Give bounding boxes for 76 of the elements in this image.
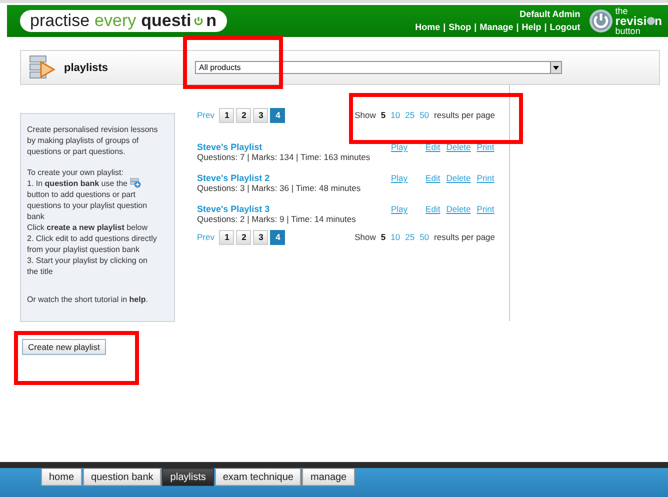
nav-tab[interactable]: playlists: [162, 468, 214, 486]
brand-text: revisi: [615, 16, 647, 26]
help-text: Create personalised revision lessons by making playlists of groups of questions or part questions.: [27, 124, 158, 157]
show-label: Show: [354, 110, 376, 120]
caret-icon: [553, 66, 559, 70]
page-size-link[interactable]: 10: [390, 232, 400, 242]
action-link[interactable]: Delete: [446, 204, 471, 224]
show-label: Show: [354, 232, 376, 242]
nav-tab[interactable]: question bank: [83, 468, 162, 486]
page-size-link[interactable]: 25: [405, 110, 415, 120]
logo-text: n: [206, 11, 217, 31]
nav-link[interactable]: Manage: [480, 21, 514, 34]
brand-text: button: [615, 26, 642, 36]
link-separator: |: [516, 21, 519, 34]
action-link[interactable]: Play: [391, 142, 408, 162]
playlist-details: Questions: 7 | Marks: 134 | Time: 163 minutes: [197, 152, 370, 162]
page-size-link[interactable]: 10: [390, 110, 400, 120]
page-button[interactable]: 4: [270, 108, 286, 122]
page-size: 5: [380, 232, 386, 242]
show-label: results per page: [434, 110, 495, 120]
page-size-link[interactable]: 25: [405, 232, 415, 242]
page-button[interactable]: 4: [270, 230, 286, 244]
site-logo[interactable]: practise every questi n: [20, 10, 227, 32]
help-text: 3. Start your playlist by clicking on the title: [27, 255, 148, 277]
product-dropdown[interactable]: All products: [195, 61, 562, 74]
help-text: 2. Click edit to add questions directly from your playlist question bank: [27, 233, 158, 255]
user-name: Default Admin: [518, 8, 580, 21]
playlist-title-link[interactable]: Steve's Playlist 2: [197, 173, 391, 183]
action-link[interactable]: Play: [391, 204, 408, 224]
link-separator: |: [474, 21, 477, 34]
nav-link[interactable]: Help: [522, 21, 542, 34]
brand-text: the: [615, 6, 629, 16]
playlist-details: Questions: 2 | Marks: 9 | Time: 14 minutes: [197, 214, 356, 224]
nav-tab[interactable]: manage: [302, 468, 355, 486]
prev-link[interactable]: Prev: [197, 232, 214, 242]
action-link[interactable]: Edit: [426, 173, 440, 193]
playlist-title-link[interactable]: Steve's Playlist: [197, 142, 391, 152]
action-link[interactable]: Print: [476, 142, 494, 162]
playlist-icon: [29, 55, 56, 80]
page-button[interactable]: 1: [219, 108, 234, 122]
nav-link[interactable]: Shop: [448, 21, 472, 34]
nav-tab[interactable]: exam technique: [214, 468, 302, 486]
page-size: 5: [380, 110, 386, 120]
logo-text: questi: [141, 11, 192, 31]
show-label: results per page: [434, 232, 495, 242]
page-button[interactable]: 3: [253, 108, 268, 122]
nav-link[interactable]: Home: [415, 21, 440, 34]
nav-link[interactable]: Logout: [550, 21, 580, 34]
page-button[interactable]: 3: [253, 230, 268, 244]
page-button[interactable]: 1: [219, 230, 234, 244]
action-link[interactable]: Delete: [446, 173, 471, 193]
action-link[interactable]: Delete: [446, 142, 471, 162]
page-button[interactable]: 2: [236, 108, 252, 122]
action-link[interactable]: Edit: [426, 204, 440, 224]
playlist-details: Questions: 3 | Marks: 36 | Time: 48 minutes: [197, 183, 361, 193]
link-separator: |: [544, 21, 547, 34]
page-size-link[interactable]: 50: [420, 110, 430, 120]
logo-text: practise: [30, 11, 90, 31]
help-text: To create your own playlist:: [27, 167, 124, 178]
action-link[interactable]: Print: [476, 173, 494, 193]
action-link[interactable]: Play: [391, 173, 408, 193]
link-separator: |: [443, 21, 446, 34]
prev-link[interactable]: Prev: [197, 110, 214, 120]
logo-text: every: [94, 11, 136, 31]
nav-tab[interactable]: home: [41, 468, 82, 486]
add-to-list-icon: [130, 178, 141, 188]
brand-text: n: [654, 16, 662, 26]
action-link[interactable]: Edit: [426, 142, 440, 162]
help-text: Click create a new playlist below: [27, 222, 149, 233]
page-size-link[interactable]: 50: [420, 232, 430, 242]
help-text: Or watch the short tutorial in help.: [27, 294, 149, 305]
page-title: playlists: [64, 62, 110, 74]
create-playlist-button[interactable]: Create new playlist: [22, 339, 106, 355]
playlist-title-link[interactable]: Steve's Playlist 3: [197, 204, 391, 214]
page-button[interactable]: 2: [236, 230, 252, 244]
action-link[interactable]: Print: [476, 204, 494, 224]
